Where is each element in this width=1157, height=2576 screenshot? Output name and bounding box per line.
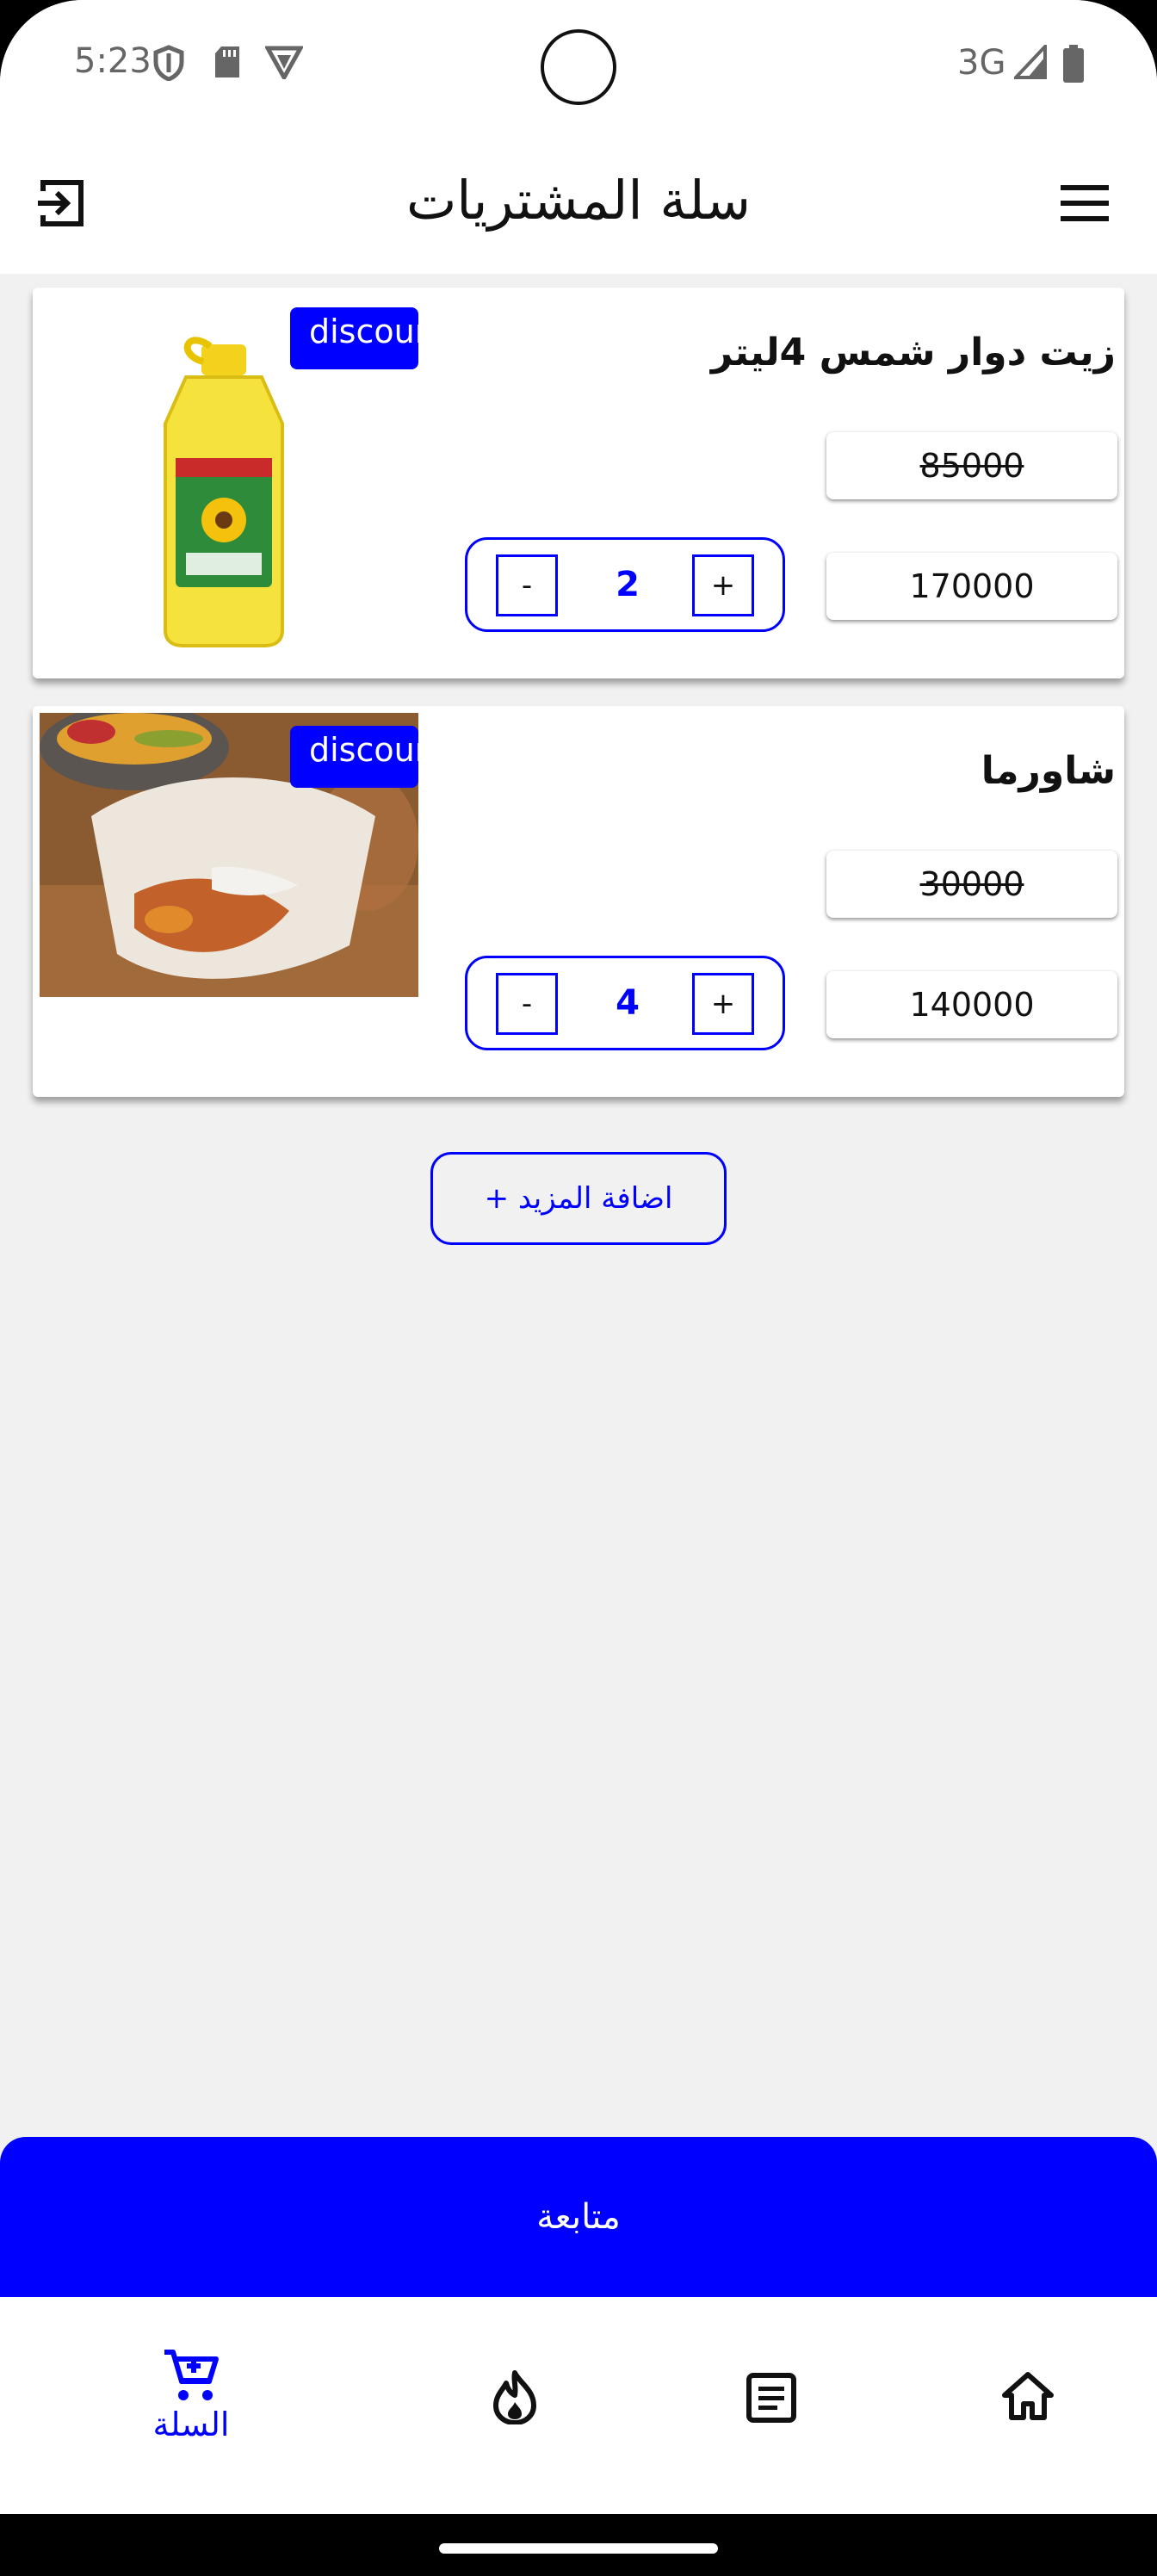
screen: 5:23 3G سلة المشتريات discou زيت دوار شم… <box>0 0 1157 2576</box>
app-bar: سلة المشتريات <box>0 129 1157 274</box>
cart-item-card: discount شاورما 30000 140000 - 4 + <box>33 706 1124 1097</box>
quantity-stepper: - 4 + <box>465 956 785 1050</box>
cart-icon <box>164 2350 219 2400</box>
status-time: 5:23 <box>74 41 152 81</box>
nav-item-home[interactable] <box>899 2297 1157 2514</box>
status-bar: 5:23 3G <box>0 0 1157 129</box>
unit-price: 85000 <box>826 432 1117 499</box>
nav-label-cart: السلة <box>152 2406 230 2443</box>
add-more-button[interactable]: اضافة المزيد + <box>430 1152 727 1245</box>
quantity-value: 2 <box>616 565 640 604</box>
network-type: 3G <box>957 43 1006 83</box>
nav-item-trending[interactable] <box>386 2297 644 2514</box>
battery-icon <box>1063 45 1084 83</box>
article-icon <box>746 2373 796 2423</box>
nav-item-cart[interactable]: السلة <box>62 2297 320 2514</box>
discount-badge: discount <box>290 307 418 369</box>
cart-item-card: discount زيت دوار شمس 4ليتر 85000 170000… <box>33 288 1124 678</box>
bottom-navigation: السلة <box>0 2297 1157 2514</box>
page-title: سلة المشتريات <box>405 169 752 232</box>
fire-icon <box>493 2370 536 2424</box>
total-price: 140000 <box>826 971 1117 1038</box>
home-icon <box>1002 2372 1054 2420</box>
decrease-quantity-button[interactable]: - <box>496 554 558 616</box>
shield-icon <box>153 45 184 81</box>
total-price: 170000 <box>826 553 1117 620</box>
decrease-quantity-button[interactable]: - <box>496 973 558 1035</box>
product-image: discount <box>40 294 418 672</box>
vpn-shield-icon <box>265 46 303 79</box>
nav-item-orders[interactable] <box>642 2297 900 2514</box>
increase-quantity-button[interactable]: + <box>692 554 754 616</box>
product-image: discount <box>40 713 418 1090</box>
sd-card-icon <box>215 46 239 77</box>
product-name: زيت دوار شمس 4ليتر <box>710 331 1116 375</box>
home-gesture-handle[interactable] <box>439 2543 718 2554</box>
camera-cutout <box>541 29 616 105</box>
increase-quantity-button[interactable]: + <box>692 973 754 1035</box>
unit-price: 30000 <box>826 851 1117 918</box>
signal-icon <box>1014 45 1047 79</box>
continue-button[interactable]: متابعة <box>0 2137 1157 2297</box>
product-name: شاورما <box>981 749 1116 793</box>
discount-badge: discount <box>290 726 418 788</box>
gesture-navigation-bar <box>0 2514 1157 2576</box>
quantity-value: 4 <box>616 983 640 1023</box>
menu-button[interactable] <box>1054 172 1116 234</box>
quantity-stepper: - 2 + <box>465 537 785 632</box>
hamburger-menu-icon <box>1061 185 1109 221</box>
